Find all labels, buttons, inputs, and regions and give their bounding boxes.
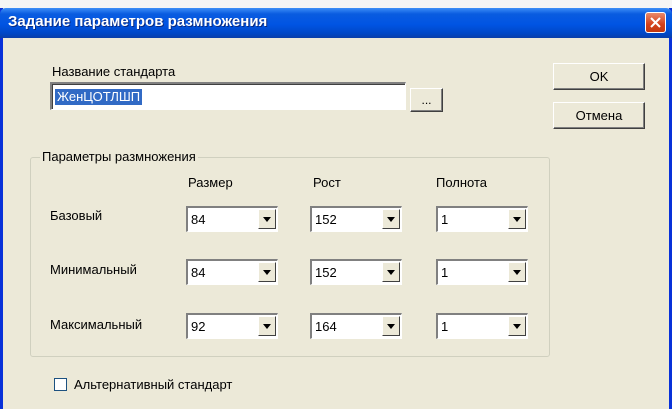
- standard-name-value: ЖенЦОТЛШП: [55, 89, 143, 105]
- min-size-select[interactable]: 84: [186, 259, 278, 285]
- close-button[interactable]: [645, 12, 666, 33]
- select-value: 1: [441, 265, 449, 280]
- select-value: 84: [191, 265, 206, 280]
- base-fullness-select[interactable]: 1: [436, 206, 528, 232]
- dialog-title: Задание параметров размножения: [8, 13, 268, 30]
- select-value: 152: [315, 265, 337, 280]
- close-icon: [650, 17, 661, 28]
- cancel-button[interactable]: Отмена: [553, 102, 645, 129]
- title-bar[interactable]: Задание параметров размножения: [0, 8, 672, 38]
- max-fullness-select[interactable]: 1: [436, 313, 528, 339]
- parameters-group-label: Параметры размножения: [40, 149, 198, 164]
- min-fullness-select[interactable]: 1: [436, 259, 528, 285]
- select-value: 1: [441, 212, 449, 227]
- chevron-down-icon[interactable]: [382, 209, 400, 229]
- select-value: 152: [315, 212, 337, 227]
- column-header-height: Рост: [313, 175, 341, 190]
- column-header-fullness: Полнота: [436, 175, 488, 190]
- chevron-down-icon[interactable]: [258, 209, 276, 229]
- select-value: 92: [191, 319, 206, 334]
- chevron-down-icon[interactable]: [258, 262, 276, 282]
- select-value: 1: [441, 319, 449, 334]
- chevron-down-icon[interactable]: [508, 209, 526, 229]
- chevron-down-icon[interactable]: [382, 262, 400, 282]
- row-label-max: Максимальный: [50, 317, 143, 332]
- max-size-select[interactable]: 92: [186, 313, 278, 339]
- standard-name-label: Название стандарта: [52, 64, 176, 79]
- select-value: 164: [315, 319, 337, 334]
- standard-name-field[interactable]: ЖенЦОТЛШП: [50, 82, 406, 110]
- min-height-select[interactable]: 152: [310, 259, 402, 285]
- row-label-base: Базовый: [50, 208, 103, 223]
- column-header-size: Размер: [188, 175, 233, 190]
- alt-standard-checkbox[interactable]: [54, 378, 67, 391]
- browse-button[interactable]: ...: [410, 88, 443, 112]
- ok-button[interactable]: OK: [553, 63, 645, 90]
- alt-standard-label[interactable]: Альтернативный стандарт: [74, 377, 232, 392]
- chevron-down-icon[interactable]: [258, 316, 276, 336]
- base-size-select[interactable]: 84: [186, 206, 278, 232]
- max-height-select[interactable]: 164: [310, 313, 402, 339]
- chevron-down-icon[interactable]: [508, 262, 526, 282]
- chevron-down-icon[interactable]: [382, 316, 400, 336]
- select-value: 84: [191, 212, 206, 227]
- chevron-down-icon[interactable]: [508, 316, 526, 336]
- row-label-min: Минимальный: [50, 262, 137, 277]
- base-height-select[interactable]: 152: [310, 206, 402, 232]
